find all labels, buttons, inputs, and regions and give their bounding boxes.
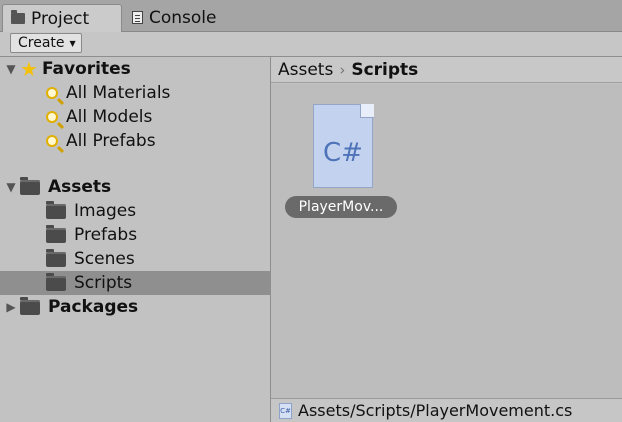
csharp-file-icon: C# [279,402,292,419]
tree-item-prefabs[interactable]: Prefabs [0,223,270,247]
tree-item-label: Packages [48,297,139,317]
tree-item-label: All Materials [66,83,171,103]
asset-grid: C# PlayerMov... [271,84,622,398]
expand-arrow-icon[interactable]: ▼ [6,62,16,76]
folder-icon [11,10,25,24]
tree-item-scenes[interactable]: Scenes [0,247,270,271]
selection-path-bar: C# Assets/Scripts/PlayerMovement.cs [271,398,622,422]
tree-item-label: Images [74,201,137,221]
tree-item-all-models[interactable]: All Models [0,105,270,129]
create-button-label: Create [18,35,65,51]
breadcrumb-scripts[interactable]: Scripts [351,60,418,80]
tree-item-packages[interactable]: ▶ Packages [0,295,270,319]
tree-item-label: Prefabs [74,225,138,245]
tree-item-images[interactable]: Images [0,199,270,223]
search-icon [46,87,58,99]
tree-item-label: Assets [48,177,112,197]
chevron-down-icon: ▼ [69,38,76,48]
folder-icon [46,248,66,267]
console-icon [132,11,143,24]
tree-item-all-prefabs[interactable]: All Prefabs [0,129,270,153]
tab-project-label: Project [31,8,90,29]
folder-icon [46,200,66,219]
tree-item-favorites[interactable]: ▼ ★ Favorites [0,57,270,81]
folder-icon [46,272,66,291]
tab-strip: Project Console [0,0,622,32]
tree-item-label: Scripts [74,273,133,293]
folder-icon [20,176,40,195]
tree-item-label: All Prefabs [66,131,156,151]
page-fold-icon [360,104,374,118]
folder-icon [46,224,66,243]
search-icon [46,135,58,147]
star-icon: ★ [20,57,38,81]
tree-item-assets[interactable]: ▼ Assets [0,175,270,199]
tab-project[interactable]: Project [2,4,122,32]
tab-console-label: Console [149,7,217,28]
expand-arrow-icon[interactable]: ▼ [6,180,16,194]
selected-asset-path: Assets/Scripts/PlayerMovement.cs [298,401,573,420]
asset-item-label: PlayerMov... [285,196,397,218]
folder-icon [20,296,40,315]
project-tree: ▼ ★ Favorites All Materials All Models A… [0,57,271,422]
breadcrumb: Assets › Scripts [271,57,622,83]
breadcrumb-assets[interactable]: Assets [278,60,333,80]
collapse-arrow-icon[interactable]: ▶ [6,300,16,314]
tree-item-all-materials[interactable]: All Materials [0,81,270,105]
tree-item-label: Scenes [74,249,135,269]
create-button[interactable]: Create ▼ [10,33,82,53]
search-icon [46,111,58,123]
project-toolbar: Create ▼ [0,32,622,57]
chevron-right-icon: › [339,60,346,79]
tree-item-label: Favorites [41,59,131,79]
tree-item-label: All Models [66,107,153,127]
tab-console[interactable]: Console [124,4,234,31]
csharp-glyph: C# [323,138,363,168]
tree-item-scripts[interactable]: Scripts [0,271,270,295]
